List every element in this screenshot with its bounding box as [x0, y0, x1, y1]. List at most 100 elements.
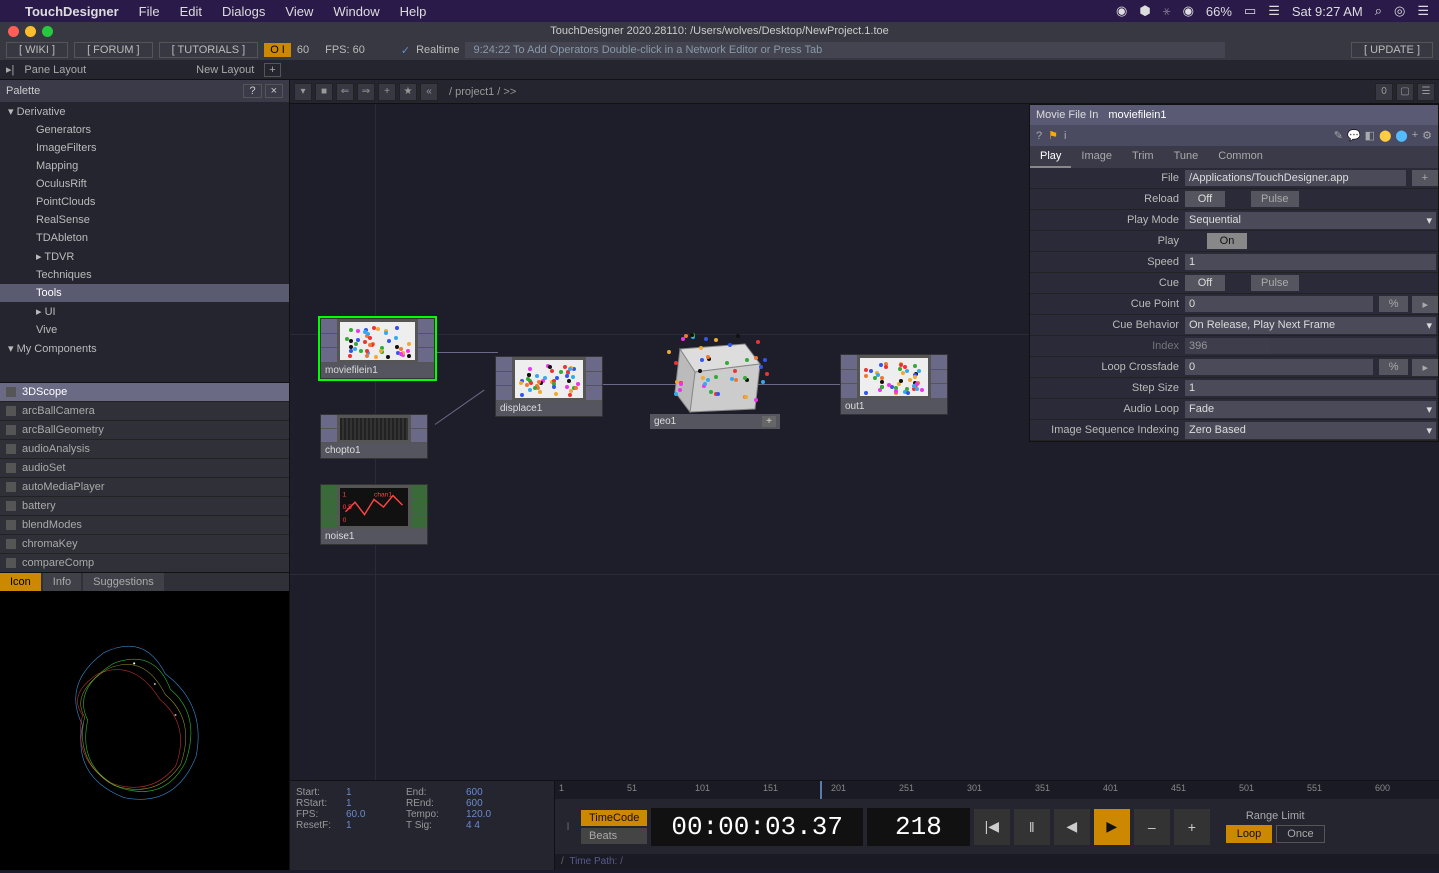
param-input[interactable]: 0 — [1185, 296, 1373, 312]
tree-item[interactable]: RealSense — [0, 211, 289, 229]
timeline-time[interactable]: 00:00:03.37 — [651, 808, 863, 846]
beats-button[interactable]: Beats — [581, 828, 647, 844]
tree-item[interactable]: Mapping — [0, 157, 289, 175]
tree-item[interactable]: ▸ UI — [0, 302, 289, 321]
menu-window[interactable]: Window — [333, 4, 379, 19]
timecode-button[interactable]: TimeCode — [581, 810, 647, 826]
pane-expand-icon[interactable]: ▸| — [6, 63, 14, 76]
param-python-icon[interactable]: ⬤ — [1379, 129, 1391, 142]
param-opname[interactable]: moviefilein1 — [1108, 109, 1166, 121]
dropdown[interactable]: On Release, Play Next Frame▾ — [1185, 317, 1436, 334]
pause-button[interactable]: ‖ — [1014, 809, 1050, 845]
node-moviefilein1[interactable]: moviefilein1 — [320, 318, 435, 379]
siri-icon[interactable]: ◎ — [1394, 3, 1405, 19]
net-opt3-icon[interactable]: ☰ — [1417, 83, 1435, 101]
param-add-icon[interactable]: + — [1412, 129, 1418, 142]
component-item[interactable]: arcBallGeometry — [0, 421, 289, 440]
tutorials-link[interactable]: [ TUTORIALS ] — [159, 42, 259, 58]
param-input[interactable]: 396 — [1185, 338, 1436, 354]
preview-tab-info[interactable]: Info — [43, 573, 81, 591]
param-input[interactable]: 1 — [1185, 380, 1436, 396]
menu-dialogs[interactable]: Dialogs — [222, 4, 265, 19]
menu-edit[interactable]: Edit — [180, 4, 202, 19]
preview-tab-suggestions[interactable]: Suggestions — [83, 573, 164, 591]
tree-item[interactable]: Tools — [0, 284, 289, 302]
param-color-icon[interactable]: ◧ — [1365, 129, 1375, 142]
nav-stop-icon[interactable]: ■ — [315, 83, 333, 101]
nav-add-icon[interactable]: + — [378, 83, 396, 101]
component-item[interactable]: compareComp — [0, 554, 289, 572]
component-list[interactable]: 3DScopearcBallCameraarcBallGeometryaudio… — [0, 382, 289, 572]
nav-back-icon[interactable]: ▾ — [294, 83, 312, 101]
nav-collapse-icon[interactable]: « — [420, 83, 438, 101]
param-tab-image[interactable]: Image — [1071, 146, 1122, 168]
tree-item[interactable]: ImageFilters — [0, 139, 289, 157]
wifi-icon[interactable]: ◉ — [1183, 3, 1194, 19]
menu-file[interactable]: File — [139, 4, 160, 19]
component-item[interactable]: audioAnalysis — [0, 440, 289, 459]
close-icon[interactable] — [8, 26, 19, 37]
pulse-button[interactable]: Pulse — [1251, 191, 1299, 207]
palette-close-icon[interactable]: × — [265, 84, 283, 98]
traffic-lights[interactable] — [8, 26, 53, 37]
pulse-button[interactable]: Pulse — [1251, 275, 1299, 291]
file-add-icon[interactable]: + — [1412, 170, 1438, 186]
dropdown[interactable]: Fade▾ — [1185, 401, 1436, 418]
component-item[interactable]: 3DScope — [0, 383, 289, 402]
node-noise1[interactable]: 1chan10.50 noise1 — [320, 484, 428, 545]
net-opt2-icon[interactable]: ▢ — [1396, 83, 1414, 101]
notification-icon[interactable]: ☰ — [1417, 3, 1429, 19]
timeline-ruler[interactable]: 151101151201251301351401451501551600 — [555, 781, 1439, 799]
pane-layout-label[interactable]: Pane Layout — [24, 64, 86, 76]
tree-item[interactable]: ▾ Derivative — [0, 102, 289, 121]
menu-help[interactable]: Help — [400, 4, 427, 19]
param-lang-icon[interactable]: ⚑ — [1048, 129, 1058, 142]
realtime-check[interactable]: ✓ — [401, 44, 410, 57]
toggle[interactable]: Off — [1185, 191, 1225, 207]
tree-item[interactable]: PointClouds — [0, 193, 289, 211]
preview-tab-icon[interactable]: Icon — [0, 573, 41, 591]
component-item[interactable]: autoMediaPlayer — [0, 478, 289, 497]
node-displace1[interactable]: displace1 — [495, 356, 603, 417]
tree-item[interactable]: ▾ My Components — [0, 339, 289, 358]
tree-item[interactable]: OculusRift — [0, 175, 289, 193]
param-help-icon[interactable]: ? — [1036, 130, 1042, 142]
tree-item[interactable]: ▸ TDVR — [0, 247, 289, 266]
spotlight-icon[interactable]: ⌕ — [1375, 3, 1382, 19]
component-item[interactable]: audioSet — [0, 459, 289, 478]
stop-icon[interactable]: ⬢ — [1139, 3, 1150, 19]
node-out1[interactable]: out1 — [840, 354, 948, 415]
node-chopto1[interactable]: chopto1 — [320, 414, 428, 459]
bluetooth-icon[interactable]: ⚹ — [1163, 3, 1171, 19]
status-icon[interactable]: ◉ — [1116, 3, 1127, 19]
nav-right-icon[interactable]: ⇒ — [357, 83, 375, 101]
once-button[interactable]: Once — [1276, 825, 1324, 843]
zoom-icon[interactable] — [42, 26, 53, 37]
tree-item[interactable]: Generators — [0, 121, 289, 139]
param-gear-icon[interactable]: ⚙ — [1422, 129, 1432, 142]
update-button[interactable]: [ UPDATE ] — [1351, 42, 1433, 58]
network-editor[interactable]: moviefilein1 chopto1 1chan10.50 — [290, 104, 1439, 780]
component-item[interactable]: chromaKey — [0, 535, 289, 554]
step-fwd-button[interactable]: + — [1174, 809, 1210, 845]
component-item[interactable]: battery — [0, 497, 289, 516]
param-comment-icon[interactable]: 💬 — [1347, 129, 1361, 142]
param-globe-icon[interactable]: ⬤ — [1395, 129, 1407, 142]
menu-view[interactable]: View — [285, 4, 313, 19]
app-name[interactable]: TouchDesigner — [25, 4, 119, 19]
wiki-link[interactable]: [ WIKI ] — [6, 42, 68, 58]
tree-item[interactable]: Techniques — [0, 266, 289, 284]
step-back-button[interactable]: – — [1134, 809, 1170, 845]
component-item[interactable]: arcBallCamera — [0, 402, 289, 421]
param-input[interactable]: 1 — [1185, 254, 1436, 270]
param-tab-trim[interactable]: Trim — [1122, 146, 1164, 168]
forum-link[interactable]: [ FORUM ] — [74, 42, 153, 58]
palette-tree[interactable]: ▾ DerivativeGeneratorsImageFiltersMappin… — [0, 102, 289, 382]
geo-add-icon[interactable]: + — [762, 416, 776, 427]
param-info-icon[interactable]: i — [1064, 130, 1066, 142]
network-path[interactable]: / project1 / >> — [449, 86, 516, 98]
toggle[interactable]: Off — [1185, 275, 1225, 291]
loop-button[interactable]: Loop — [1226, 825, 1272, 843]
new-layout-button[interactable]: New Layout — [196, 64, 254, 76]
dropdown[interactable]: Zero Based▾ — [1185, 422, 1436, 439]
